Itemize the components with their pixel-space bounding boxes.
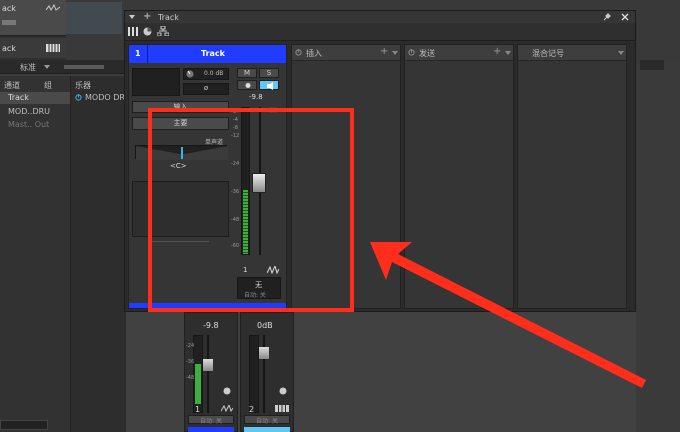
add-icon[interactable]: +: [143, 11, 151, 22]
chevron-down-icon[interactable]: [505, 51, 511, 56]
add-icon[interactable]: +: [380, 46, 388, 57]
scrollbar[interactable]: [0, 420, 48, 430]
inserts-header[interactable]: 插入 +: [292, 45, 400, 61]
fader-handle[interactable]: [259, 347, 269, 359]
window-title: Track: [158, 13, 179, 22]
track-header-2[interactable]: ack: [0, 38, 66, 58]
monitor-button[interactable]: [259, 80, 279, 90]
column-instrument: 乐器: [75, 81, 91, 90]
inserts-label: 插入: [306, 49, 322, 58]
mix-markers-label: 混合记号: [532, 49, 564, 58]
strip-auto-button[interactable]: 自动: 关: [188, 415, 234, 425]
right-panel-bar: [640, 60, 664, 70]
fader-level: -9.8: [249, 93, 263, 101]
strip-meter: [249, 335, 259, 413]
volume-box[interactable]: 0.0 dB: [183, 68, 229, 80]
mute-button[interactable]: M: [237, 68, 257, 78]
list-item[interactable]: Mast.. Out: [8, 120, 49, 129]
chevron-down-icon[interactable]: [392, 51, 398, 56]
fader-track: [207, 335, 209, 413]
piano-icon: [46, 44, 60, 52]
add-icon[interactable]: +: [493, 46, 501, 57]
strip-level: 0dB: [257, 321, 273, 330]
track-name[interactable]: Track: [201, 49, 225, 58]
waveform-icon: [221, 405, 233, 412]
close-icon[interactable]: [621, 13, 629, 21]
chevron-down-icon[interactable]: [618, 51, 624, 56]
strip-name-bar: [188, 427, 234, 432]
sends-label: 发送: [419, 49, 435, 58]
preset-label[interactable]: 标准: [20, 62, 36, 73]
strip-name-bar: [244, 427, 290, 432]
column-channel: 通道: [4, 81, 20, 90]
track-header-1[interactable]: ack: [0, 0, 66, 36]
mixer-strip-2[interactable]: 0dB 2 自动: 关: [240, 312, 294, 432]
mixer-view-icon[interactable]: [128, 27, 138, 36]
fader-handle[interactable]: [203, 359, 213, 371]
track-header-bar: [2, 20, 16, 25]
track-number: 1: [135, 49, 141, 58]
strip-level: -9.8: [203, 321, 219, 330]
track-lane: [66, 2, 122, 34]
link-icon[interactable]: [223, 387, 231, 395]
sends-header[interactable]: 发送 +: [405, 45, 513, 61]
power-icon[interactable]: [408, 49, 415, 56]
instrument-column: 乐器 MODO DRU: [70, 76, 131, 432]
chevron-down-icon[interactable]: [129, 14, 135, 20]
strip-number: 1: [195, 405, 201, 414]
waveform-icon: [46, 4, 60, 12]
channel-header[interactable]: 1 Track: [129, 45, 286, 63]
input-meter-box: [132, 68, 180, 96]
chevron-down-icon[interactable]: [44, 64, 50, 70]
list-item[interactable]: MOD..DRU: [8, 107, 50, 116]
volume-knob-icon[interactable]: [186, 70, 194, 78]
pie-icon[interactable]: [143, 27, 152, 36]
routing-icon[interactable]: [157, 26, 169, 36]
window-titlebar[interactable]: + Track: [125, 11, 635, 23]
highlight-box: [148, 108, 354, 312]
strip-number: 2: [249, 405, 255, 414]
mixer-strip-1[interactable]: -9.8 -24 -36 -48 1 自动: 关: [184, 312, 238, 432]
power-icon[interactable]: [295, 49, 302, 56]
piano-icon: [275, 405, 289, 412]
volume-value: 0.0 dB: [204, 70, 224, 77]
record-button[interactable]: [237, 80, 257, 90]
strip-meter: [193, 335, 203, 413]
mix-markers-header[interactable]: 混合记号: [518, 45, 626, 61]
phase-button[interactable]: ø: [183, 83, 229, 95]
strip-auto-button[interactable]: 自动: 关: [244, 415, 290, 425]
window-toolbar: [125, 23, 635, 41]
column-group: 组: [44, 81, 52, 90]
track-header-label: ack: [2, 44, 16, 53]
zoom-scrollbar[interactable]: [64, 65, 104, 69]
link-icon[interactable]: [279, 387, 287, 395]
annotation-arrow: [370, 242, 646, 388]
pin-icon[interactable]: [603, 13, 611, 21]
list-item[interactable]: Track: [0, 92, 70, 104]
track-header-label: ack: [2, 4, 16, 13]
solo-button[interactable]: S: [259, 68, 279, 78]
power-icon[interactable]: [75, 94, 82, 101]
